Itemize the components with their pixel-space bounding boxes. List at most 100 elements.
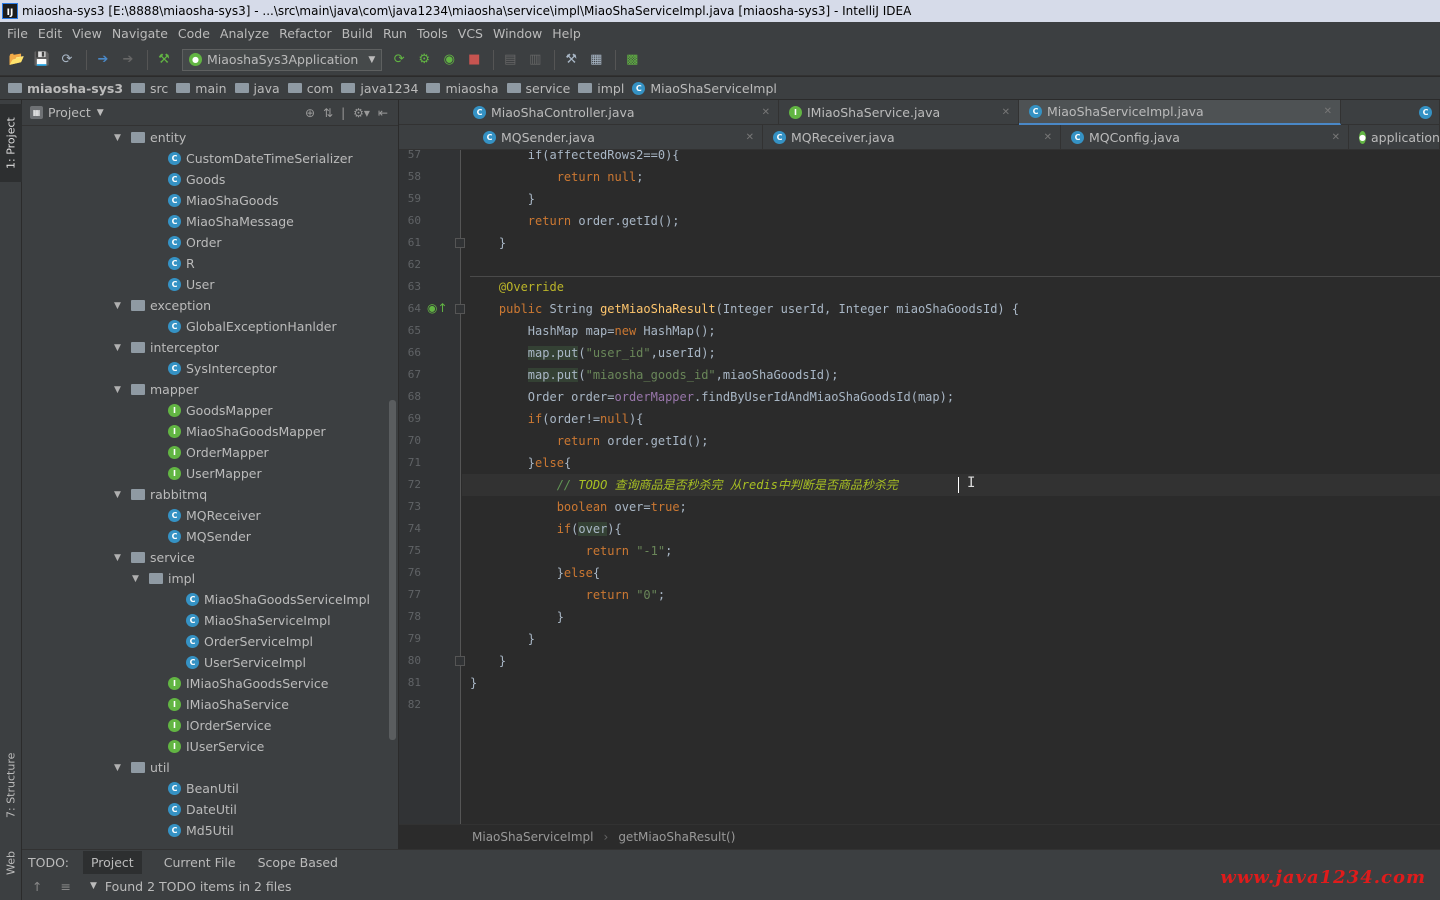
nav-crumb[interactable]: main bbox=[176, 81, 227, 96]
editor-tab[interactable]: ● application bbox=[1349, 125, 1440, 150]
expand-arrow-icon[interactable]: ▼ bbox=[114, 133, 126, 143]
forward-arrow-icon[interactable]: ➔ bbox=[117, 49, 139, 71]
code-line[interactable]: return order.getId(); bbox=[462, 430, 1440, 452]
editor-tab[interactable]: C MiaoShaServiceImpl.java ✕ bbox=[1019, 100, 1341, 125]
code-line[interactable]: return "0"; bbox=[462, 584, 1440, 606]
tree-item[interactable]: ▼ entity bbox=[114, 127, 186, 148]
tree-item[interactable]: I IMiaoShaGoodsService bbox=[168, 673, 328, 694]
tool-tab-project[interactable]: 1: Project bbox=[0, 104, 22, 182]
tree-item[interactable]: I IOrderService bbox=[168, 715, 271, 736]
tree-item[interactable]: C SysInterceptor bbox=[168, 358, 277, 379]
code-line[interactable]: return order.getId(); bbox=[462, 210, 1440, 232]
menu-code[interactable]: Code bbox=[173, 26, 215, 41]
close-tab-icon[interactable]: ✕ bbox=[1044, 132, 1052, 143]
expand-arrow-icon[interactable]: ▼ bbox=[114, 385, 126, 395]
todo-found-summary[interactable]: Found 2 TODO items in 2 files bbox=[105, 879, 292, 894]
code-view[interactable]: if(affectedRows2==0){ return null; } ret… bbox=[462, 150, 1440, 824]
run-configuration-select[interactable]: ● MiaoshaSys3Application ▼ bbox=[182, 48, 383, 71]
gear-icon[interactable]: ⚙▾ bbox=[353, 106, 370, 120]
nav-crumb[interactable]: service bbox=[506, 81, 570, 96]
todo-tab-current-file[interactable]: Current File bbox=[164, 855, 236, 870]
expand-arrow-icon[interactable]: ▼ bbox=[114, 763, 126, 773]
code-line[interactable] bbox=[462, 694, 1440, 716]
code-line[interactable]: return null; bbox=[462, 166, 1440, 188]
tree-item[interactable]: I UserMapper bbox=[168, 463, 262, 484]
code-line[interactable]: HashMap map=new HashMap(); bbox=[462, 320, 1440, 342]
synchronize-icon[interactable]: ⟳ bbox=[56, 49, 78, 71]
nav-crumb[interactable]: miaosha-sys3 bbox=[8, 81, 123, 96]
tree-item[interactable]: CR bbox=[168, 253, 195, 274]
close-tab-icon[interactable]: ✕ bbox=[1332, 132, 1340, 143]
tree-item[interactable]: ▼ util bbox=[114, 757, 170, 778]
menu-window[interactable]: Window bbox=[488, 26, 547, 41]
code-line[interactable]: public String getMiaoShaResult(Integer u… bbox=[462, 298, 1440, 320]
code-line[interactable]: map.put("user_id",userId); bbox=[462, 342, 1440, 364]
editor-tab[interactable]: C MQConfig.java ✕ bbox=[1061, 125, 1349, 150]
menu-analyze[interactable]: Analyze bbox=[215, 26, 274, 41]
tree-item[interactable]: C MiaoShaGoodsServiceImpl bbox=[186, 589, 370, 610]
code-line[interactable]: Order order=orderMapper.findByUserIdAndM… bbox=[462, 386, 1440, 408]
nav-crumb[interactable]: miaosha bbox=[426, 81, 499, 96]
code-line[interactable]: if(affectedRows2==0){ bbox=[462, 150, 1440, 166]
tree-item[interactable]: C CustomDateTimeSerializer bbox=[168, 148, 353, 169]
settings-wrench-icon[interactable]: ⚒ bbox=[560, 49, 582, 71]
code-line[interactable]: } bbox=[462, 650, 1440, 672]
menu-vcs[interactable]: VCS bbox=[453, 26, 488, 41]
code-line[interactable]: }else{ bbox=[462, 562, 1440, 584]
code-line[interactable]: @Override bbox=[462, 276, 1440, 298]
coverage-icon[interactable]: ◉ bbox=[438, 49, 460, 71]
tree-item[interactable]: C Md5Util bbox=[168, 820, 234, 841]
editor-tab-overflow[interactable]: C bbox=[1409, 100, 1440, 125]
expand-arrow-icon[interactable]: ▼ bbox=[114, 343, 126, 353]
nav-crumb[interactable]: impl bbox=[578, 81, 624, 96]
implements-method-icon[interactable]: ◉↑ bbox=[427, 301, 448, 315]
tree-item[interactable]: I IUserService bbox=[168, 736, 264, 757]
expand-arrow-icon[interactable]: ▼ bbox=[114, 553, 126, 563]
scroll-from-source-icon[interactable]: ⊕ bbox=[305, 106, 315, 120]
menu-edit[interactable]: Edit bbox=[33, 26, 67, 41]
menu-help[interactable]: Help bbox=[547, 26, 586, 41]
project-tree-scrollbar[interactable] bbox=[389, 400, 396, 740]
code-line[interactable] bbox=[462, 254, 1440, 276]
expand-arrow-icon[interactable]: ▼ bbox=[132, 574, 144, 584]
close-tab-icon[interactable]: ✕ bbox=[1324, 106, 1332, 117]
code-line[interactable]: if(over){ bbox=[462, 518, 1440, 540]
tree-item[interactable]: C User bbox=[168, 274, 215, 295]
hide-panel-icon[interactable]: ⇤ bbox=[378, 106, 388, 120]
close-tab-icon[interactable]: ✕ bbox=[746, 132, 754, 143]
menu-tools[interactable]: Tools bbox=[412, 26, 453, 41]
code-line[interactable]: boolean over=true; bbox=[462, 496, 1440, 518]
project-structure-icon[interactable]: ▦ bbox=[585, 49, 607, 71]
editor-tab[interactable]: I IMiaoShaService.java ✕ bbox=[779, 100, 1019, 125]
tree-item[interactable]: ▼ rabbitmq bbox=[114, 484, 207, 505]
nav-crumb[interactable]: C MiaoShaServiceImpl bbox=[632, 81, 777, 96]
tree-item[interactable]: C GlobalExceptionHanlder bbox=[168, 316, 337, 337]
open-folder-icon[interactable]: 📂 bbox=[6, 49, 28, 71]
project-view-selector[interactable]: Project bbox=[48, 105, 91, 120]
tree-item[interactable]: ▼ interceptor bbox=[114, 337, 219, 358]
back-arrow-icon[interactable]: ➔ bbox=[92, 49, 114, 71]
menu-file[interactable]: File bbox=[2, 26, 33, 41]
tree-item[interactable]: I OrderMapper bbox=[168, 442, 269, 463]
debug-bug-icon[interactable]: ⚙ bbox=[413, 49, 435, 71]
editor-tab[interactable]: C MQSender.java ✕ bbox=[473, 125, 763, 150]
tree-item[interactable]: ▼ exception bbox=[114, 295, 211, 316]
tree-item[interactable]: C MiaoShaGoods bbox=[168, 190, 279, 211]
tool-tab-web[interactable]: Web bbox=[0, 840, 22, 886]
menu-run[interactable]: Run bbox=[378, 26, 412, 41]
close-tab-icon[interactable]: ✕ bbox=[1002, 107, 1010, 118]
tree-item[interactable]: C MQSender bbox=[168, 526, 251, 547]
breadcrumb-class[interactable]: MiaoShaServiceImpl bbox=[472, 830, 594, 844]
tree-item[interactable]: C DateUtil bbox=[168, 799, 237, 820]
menu-view[interactable]: View bbox=[67, 26, 107, 41]
nav-crumb[interactable]: com bbox=[287, 81, 333, 96]
code-line[interactable]: }else{ bbox=[462, 452, 1440, 474]
tree-item[interactable]: I GoodsMapper bbox=[168, 400, 273, 421]
tree-item[interactable]: C MiaoShaMessage bbox=[168, 211, 294, 232]
tree-item[interactable]: C OrderServiceImpl bbox=[186, 631, 313, 652]
code-line[interactable]: } bbox=[462, 628, 1440, 650]
sdk-manager-icon[interactable]: ▩ bbox=[621, 49, 643, 71]
code-line[interactable]: if(order!=null){ bbox=[462, 408, 1440, 430]
code-line[interactable]: return "-1"; bbox=[462, 540, 1440, 562]
tool-tab-structure[interactable]: 7: Structure bbox=[0, 740, 22, 830]
